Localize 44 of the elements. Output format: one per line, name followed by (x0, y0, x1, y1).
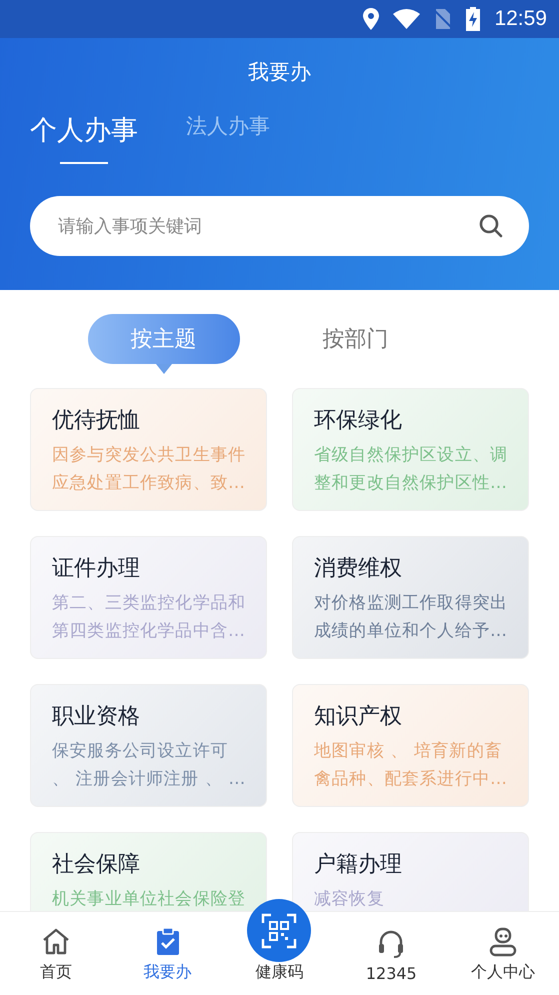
card-description: 保安服务公司设立许可 (52, 740, 229, 763)
card-description: 整和更改自然保护区性… (314, 472, 509, 495)
search-field[interactable]: 请输入事项关键词 (30, 196, 529, 256)
card-description: 第四类监控化学品中含… (52, 620, 247, 643)
card-description: 应急处置工作致病、致… (52, 472, 247, 495)
card-description: 因参与突发公共卫生事件 (52, 444, 247, 467)
category-card[interactable]: 消费维权 对价格监测工作取得突出 成绩的单位和个人给予… (292, 536, 529, 659)
card-description: 禽品种、配套系进行中… (314, 768, 509, 791)
card-description: 机关事业单位社会保险登 (52, 888, 247, 911)
category-card[interactable]: 证件办理 第二、三类监控化学品和 第四类监控化学品中含… (30, 536, 267, 659)
category-card[interactable]: 优待抚恤 因参与突发公共卫生事件 应急处置工作致病、致… (30, 388, 267, 511)
pointer-icon (156, 364, 172, 374)
category-card[interactable]: 环保绿化 省级自然保护区设立、调 整和更改自然保护区性… (292, 388, 529, 511)
search-icon[interactable] (479, 214, 503, 238)
card-title: 户籍办理 (314, 851, 403, 879)
nav-item[interactable]: 12345 (335, 912, 448, 995)
category-card[interactable]: 职业资格 保安服务公司设立许可 、 注册会计师注册 、 … (30, 684, 267, 807)
card-description: 、 注册会计师注册 、 … (52, 768, 248, 791)
battery-charging-icon (466, 7, 480, 31)
card-title: 社会保障 (52, 851, 141, 879)
category-card[interactable]: 户籍办理 减容恢复 (292, 832, 529, 912)
nav-item[interactable]: 首页 (0, 912, 112, 995)
no-sim-icon (434, 9, 452, 29)
clock: 12:59 (494, 7, 547, 31)
wifi-icon (393, 9, 420, 29)
card-description: 减容恢复 (314, 888, 386, 911)
nav-item[interactable]: 我要办 (112, 912, 224, 995)
nav-item[interactable]: 个人中心 (447, 912, 559, 995)
category-card[interactable]: 知识产权 地图审核 、 培育新的畜 禽品种、配套系进行中… (292, 684, 529, 807)
card-title: 环保绿化 (314, 407, 403, 435)
tab[interactable]: 个人办事 (30, 112, 138, 164)
card-description: 省级自然保护区设立、调 (314, 444, 509, 467)
card-description: 第二、三类监控化学品和 (52, 592, 247, 615)
segment-tab[interactable]: 按部门 (280, 314, 432, 364)
location-icon (363, 8, 380, 30)
card-title: 优待抚恤 (52, 407, 141, 435)
card-description: 成绩的单位和个人给予… (314, 620, 509, 643)
card-title: 消费维权 (314, 555, 403, 583)
card-title: 证件办理 (52, 555, 141, 583)
card-title: 知识产权 (314, 703, 403, 731)
card-description: 地图审核 、 培育新的畜 (314, 740, 504, 763)
card-title: 职业资格 (52, 703, 141, 731)
page-title: 我要办 (248, 59, 311, 86)
card-description: 对价格监测工作取得突出 (314, 592, 509, 615)
